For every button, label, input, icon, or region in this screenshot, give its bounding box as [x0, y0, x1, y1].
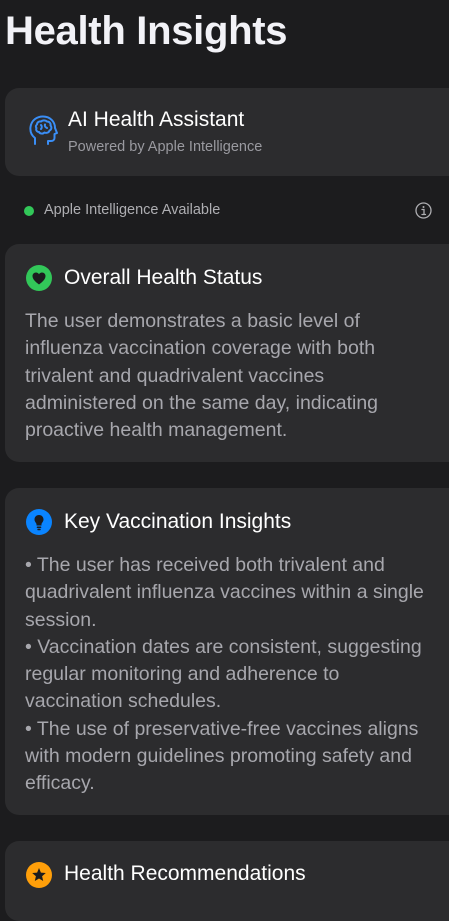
assistant-title: AI Health Assistant: [68, 108, 245, 131]
insights-title: Key Vaccination Insights: [64, 510, 292, 533]
heart-icon: [26, 265, 52, 291]
status-text: Apple Intelligence Available: [44, 202, 221, 218]
vaccination-insights-card: Key Vaccination Insights • The user has …: [5, 488, 449, 815]
recommendations-title: Health Recommendations: [64, 862, 306, 885]
page-title: Health Insights: [5, 9, 288, 53]
overall-health-text: The user demonstrates a basic level of i…: [25, 310, 379, 442]
assistant-subtitle: Powered by Apple Intelligence: [68, 139, 263, 155]
intelligence-status-row: Apple Intelligence Available: [24, 200, 434, 222]
lightbulb-icon: [26, 509, 52, 535]
insight-bullet: • The user has received both trivalent a…: [25, 554, 424, 631]
overall-health-title: Overall Health Status: [64, 266, 263, 289]
insight-bullet: • Vaccination dates are consistent, sugg…: [25, 635, 422, 713]
info-icon[interactable]: [415, 202, 432, 219]
overall-health-card: Overall Health Status The user demonstra…: [5, 244, 449, 462]
brain-head-icon: [26, 114, 60, 148]
insights-list: • The user has received both trivalent a…: [25, 552, 435, 798]
status-dot-icon: [24, 206, 34, 216]
recommendations-card: Health Recommendations: [5, 841, 449, 921]
insight-bullet: • The use of preservative-free vaccines …: [25, 717, 419, 795]
star-icon: [26, 862, 52, 888]
ai-assistant-card[interactable]: AI Health Assistant Powered by Apple Int…: [5, 88, 449, 176]
